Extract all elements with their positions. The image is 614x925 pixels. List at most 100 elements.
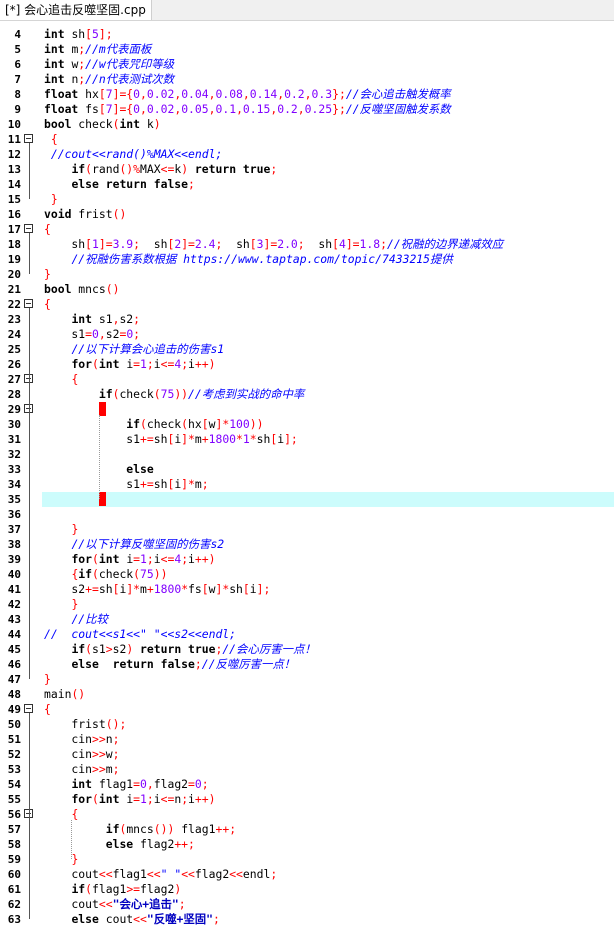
code-text: s1=0,s2=0;	[44, 327, 140, 342]
code-line[interactable]: 12 //cout<<rand()%MAX<<endl;	[0, 147, 614, 162]
code-line[interactable]: 35 }	[0, 492, 614, 507]
code-line[interactable]: 39 for(int i=1;i<=4;i++)	[0, 552, 614, 567]
code-line[interactable]: 17 {	[0, 222, 614, 237]
line-number: 41	[7, 583, 21, 596]
code-token: i	[249, 582, 257, 596]
code-line[interactable]: 58 else flag2++;	[0, 837, 614, 852]
code-token: frist	[78, 207, 113, 221]
line-number: 35	[7, 493, 21, 506]
code-line[interactable]: 24 s1=0,s2=0;	[0, 327, 614, 342]
code-text: for(int i=1;i<=4;i++)	[44, 552, 215, 567]
code-line[interactable]: 46 else return false;//反噬厉害一点！	[0, 657, 614, 672]
fold-collapse-icon[interactable]	[24, 299, 33, 308]
code-line[interactable]: 28 if(check(75))//考虑到实战的命中率	[0, 387, 614, 402]
code-line[interactable]: 36	[0, 507, 614, 522]
code-line[interactable]: 16 void frist()	[0, 207, 614, 222]
code-line[interactable]: 11 {	[0, 132, 614, 147]
code-editor[interactable]: 4 int sh[5]; 5 int m;//m代表面板 6 int w;//w代表咒印等…	[0, 27, 614, 925]
code-line[interactable]: 8 float hx[7]={0,0.02,0.04,0.08,0.14,0.2,…	[0, 87, 614, 102]
code-token: 0.02	[146, 87, 175, 101]
code-line[interactable]: 30 if(check(hx[w]*100))	[0, 417, 614, 432]
code-token: }	[71, 522, 79, 536]
code-token: // cout<<s1<<" "<<s2<<endl;	[44, 627, 237, 641]
code-line[interactable]: 26 for(int i=1;i<=4;i++)	[0, 357, 614, 372]
code-line[interactable]: 34 s1+=sh[i]*m;	[0, 477, 614, 492]
fold-collapse-icon[interactable]	[24, 134, 33, 143]
code-token: ,	[297, 102, 305, 116]
code-line[interactable]: 56 {	[0, 807, 614, 822]
code-token: //反噬坚固触发系数	[345, 102, 451, 116]
code-line[interactable]: 55 for(int i=1;i<=n;i++)	[0, 792, 614, 807]
code-token: {	[44, 297, 51, 311]
code-line[interactable]: 40 {if(check(75))	[0, 567, 614, 582]
code-line[interactable]: 59 }	[0, 852, 614, 867]
code-line[interactable]: 42 }	[0, 597, 614, 612]
code-line[interactable]: 41 s2+=sh[i]*m+1800*fs[w]*sh[i];	[0, 582, 614, 597]
code-token: s1	[44, 327, 86, 341]
line-number: 30	[7, 418, 21, 431]
code-line[interactable]: 27 {	[0, 372, 614, 387]
code-text: sh[1]=3.9; sh[2]=2.4; sh[3]=2.0; sh[4]=1…	[44, 237, 503, 252]
code-line[interactable]: 23 int s1,s2;	[0, 312, 614, 327]
code-line[interactable]: 6 int w;//w代表咒印等级	[0, 57, 614, 72]
code-token: //考虑到实战的命中率	[188, 387, 305, 401]
code-line[interactable]: 4 int sh[5];	[0, 27, 614, 42]
code-line[interactable]: 19 //祝融伤害系数根据 https://www.taptap.com/top…	[0, 252, 614, 267]
code-line[interactable]: 44 // cout<<s1<<" "<<s2<<endl;	[0, 627, 614, 642]
code-line[interactable]: 33 else	[0, 462, 614, 477]
code-token: mncs	[78, 282, 106, 296]
line-number: 22	[7, 298, 21, 311]
code-line[interactable]: 53 cin>>m;	[0, 762, 614, 777]
code-line[interactable]: 10 bool check(int k)	[0, 117, 614, 132]
code-token: 1.8	[359, 237, 381, 251]
code-token: cout	[44, 897, 99, 911]
code-token: {	[44, 702, 51, 716]
code-line[interactable]: 25 //以下计算会心追击的伤害s1	[0, 342, 614, 357]
code-token: for	[71, 357, 93, 371]
code-line[interactable]: 43 //比较	[0, 612, 614, 627]
code-line[interactable]: 21 bool mncs()	[0, 282, 614, 297]
code-line[interactable]: 37 }	[0, 522, 614, 537]
code-line[interactable]: 18 sh[1]=3.9; sh[2]=2.4; sh[3]=2.0; sh[4…	[0, 237, 614, 252]
code-line[interactable]: 54 int flag1=0,flag2=0;	[0, 777, 614, 792]
code-line[interactable]: 31 s1+=sh[i]*m+1800*1*sh[i];	[0, 432, 614, 447]
code-line[interactable]: 38 //以下计算反噬坚固的伤害s2	[0, 537, 614, 552]
code-token: ]*	[215, 582, 230, 596]
code-line[interactable]: 13 if(rand()%MAX<=k) return true;	[0, 162, 614, 177]
code-line[interactable]: 29 {	[0, 402, 614, 417]
file-tab[interactable]: [*] 会心追击反噬坚固.cpp	[0, 0, 152, 20]
code-line[interactable]: 51 cin>>n;	[0, 732, 614, 747]
code-line[interactable]: 52 cin>>w;	[0, 747, 614, 762]
code-line[interactable]: 22 {	[0, 297, 614, 312]
code-text: cin>>n;	[44, 732, 119, 747]
code-line[interactable]: 57 if(mncs()) flag1++;	[0, 822, 614, 837]
code-line[interactable]: 47}	[0, 672, 614, 687]
code-token: m	[194, 477, 202, 491]
code-token: flag1	[112, 867, 147, 881]
code-line[interactable]: 15 }	[0, 192, 614, 207]
code-line[interactable]: 61 if(flag1>=flag2)	[0, 882, 614, 897]
code-line[interactable]: 48 main()	[0, 687, 614, 702]
code-line[interactable]: 63 else cout<<"反噬+坚固";	[0, 912, 614, 925]
code-line[interactable]: 7 int n;//n代表测试次数	[0, 72, 614, 87]
fold-collapse-icon[interactable]	[24, 224, 33, 233]
code-text: cin>>m;	[44, 762, 119, 777]
code-line[interactable]: 49 {	[0, 702, 614, 717]
code-line[interactable]: 32	[0, 447, 614, 462]
code-line[interactable]: 60 cout<<flag1<<" "<<flag2<<endl;	[0, 867, 614, 882]
line-number: 5	[14, 43, 21, 56]
code-line[interactable]: 20}	[0, 267, 614, 282]
code-line[interactable]: 14 else return false;	[0, 177, 614, 192]
code-line[interactable]: 62 cout<<"会心+追击";	[0, 897, 614, 912]
code-line[interactable]: 50 frist();	[0, 717, 614, 732]
fold-collapse-icon[interactable]	[24, 704, 33, 713]
code-line[interactable]: 9 float fs[7]={0,0.02,0.05,0.1,0.15,0.2,0…	[0, 102, 614, 117]
code-token: sh	[256, 432, 271, 446]
code-token: flag1	[92, 882, 127, 896]
code-text: {	[44, 132, 58, 147]
code-line[interactable]: 45 if(s1>s2) return true;//会心厉害一点！	[0, 642, 614, 657]
code-token: 7	[105, 87, 113, 101]
code-line[interactable]: 5 int m;//m代表面板	[0, 42, 614, 57]
